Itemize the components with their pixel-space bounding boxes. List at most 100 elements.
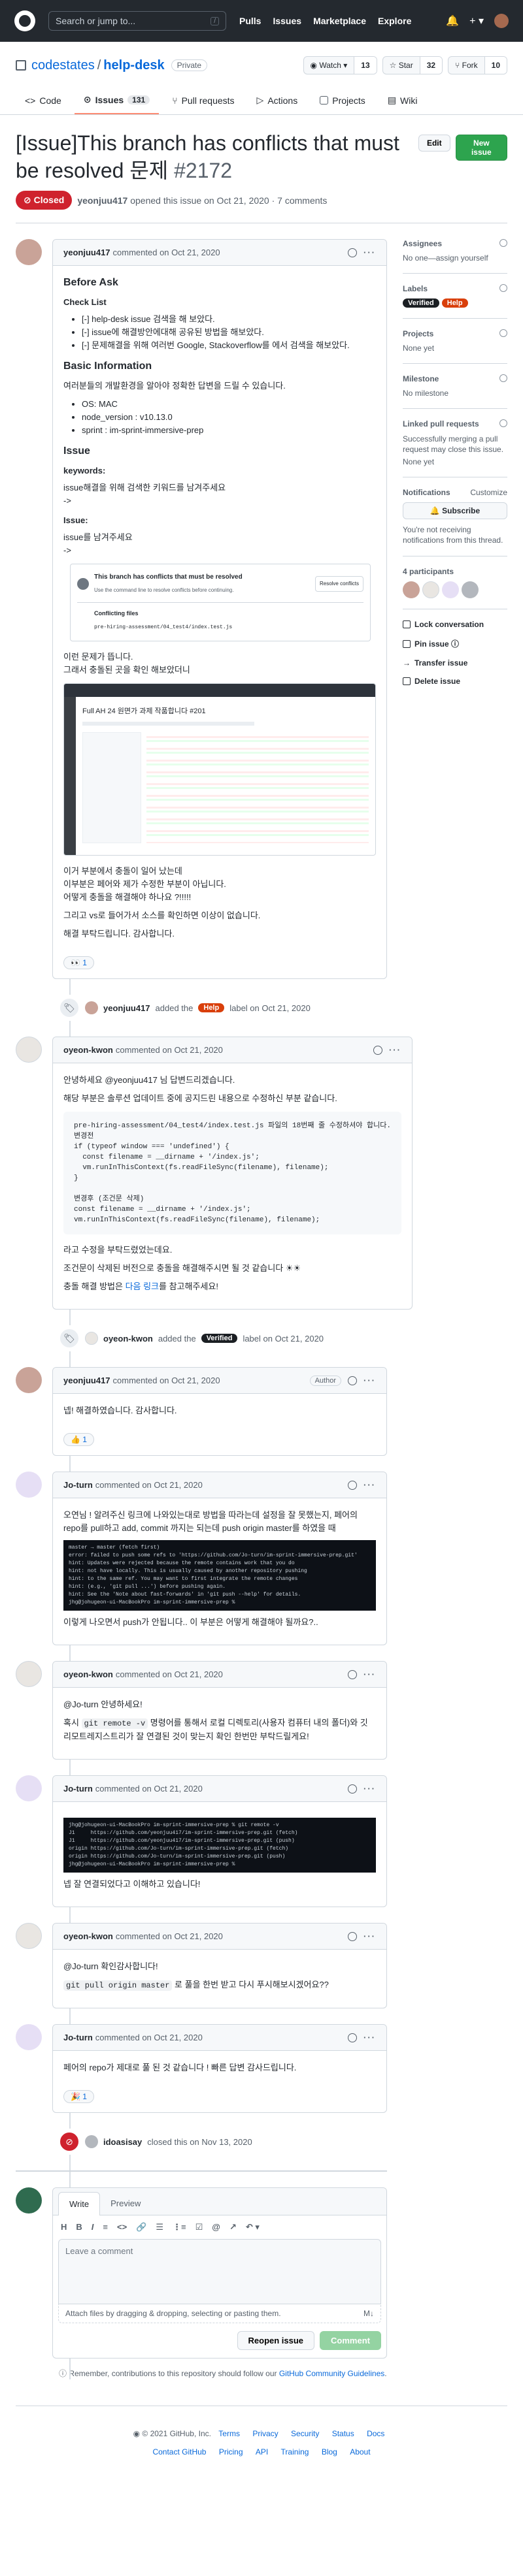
comment-author[interactable]: oyeon-kwon	[63, 1045, 113, 1055]
footer-link[interactable]: Training	[281, 2447, 309, 2456]
guidelines-link[interactable]: GitHub Community Guidelines	[279, 2369, 384, 2378]
notifications-bell-icon[interactable]: 🔔	[446, 14, 459, 27]
avatar[interactable]	[16, 1661, 42, 1687]
gear-icon[interactable]	[499, 329, 507, 337]
star-count[interactable]: 32	[419, 57, 443, 74]
label-pill-help[interactable]: Help	[441, 298, 468, 308]
label-pill-help[interactable]: Help	[198, 1003, 225, 1012]
delete-issue[interactable]: Delete issue	[403, 677, 507, 686]
reaction-tada[interactable]: 🎉 1	[63, 2090, 94, 2103]
comment-author[interactable]: Jo-turn	[63, 1784, 93, 1794]
attach-files-area[interactable]: Attach files by dragging & dropping, sel…	[58, 2304, 381, 2323]
tab-preview[interactable]: Preview	[100, 2192, 151, 2215]
footer-link[interactable]: Docs	[367, 2429, 384, 2438]
editor-screenshot[interactable]: Full AH 24 원면가 과제 작품합니다 #201	[63, 683, 376, 856]
unordered-list-icon[interactable]: ☰	[156, 2222, 163, 2232]
pin-issue[interactable]: Pin issue ⓘ	[403, 638, 507, 649]
github-mark-icon[interactable]: ◉	[133, 2429, 143, 2438]
nav-explore[interactable]: Explore	[378, 16, 411, 26]
lock-conversation[interactable]: Lock conversation	[403, 620, 507, 629]
kebab-menu-icon[interactable]: ···	[389, 1045, 401, 1055]
tab-code[interactable]: <> Code	[16, 88, 71, 114]
italic-icon[interactable]: I	[92, 2222, 94, 2232]
avatar[interactable]	[403, 581, 420, 598]
label-pill-verified[interactable]: Verified	[403, 298, 439, 308]
comment-timestamp[interactable]: commented on Oct 21, 2020	[116, 1931, 223, 1941]
kebab-menu-icon[interactable]: ···	[363, 1784, 376, 1794]
avatar[interactable]	[16, 1775, 42, 1801]
avatar[interactable]	[422, 581, 439, 598]
avatar[interactable]	[16, 1037, 42, 1063]
comment-timestamp[interactable]: commented on Oct 21, 2020	[116, 1045, 223, 1055]
fork-count[interactable]: 10	[484, 57, 507, 74]
comment-timestamp[interactable]: commented on Oct 21, 2020	[116, 1669, 223, 1679]
github-logo-icon[interactable]	[14, 10, 35, 31]
label-pill-verified[interactable]: Verified	[201, 1334, 238, 1343]
avatar[interactable]	[16, 239, 42, 265]
footer-link[interactable]: Contact GitHub	[152, 2447, 206, 2456]
customize-link[interactable]: Customize	[470, 488, 507, 497]
comment-author[interactable]: oyeon-kwon	[63, 1669, 113, 1679]
nav-marketplace[interactable]: Marketplace	[313, 16, 366, 26]
gear-icon[interactable]	[499, 374, 507, 382]
kebab-menu-icon[interactable]: ···	[363, 1669, 376, 1679]
cross-reference-icon[interactable]: ↗	[229, 2222, 237, 2232]
reaction-thumbs-up[interactable]: 👍 1	[63, 1433, 94, 1446]
edit-button[interactable]: Edit	[418, 135, 450, 152]
event-actor[interactable]: idoasisay	[103, 2137, 142, 2147]
saved-replies-icon[interactable]: ↶ ▾	[246, 2222, 260, 2232]
footer-link[interactable]: About	[350, 2447, 370, 2456]
star-button[interactable]: ☆ Star 32	[382, 56, 443, 74]
add-reaction-icon[interactable]	[348, 1669, 357, 1679]
footer-link[interactable]: Blog	[322, 2447, 337, 2456]
footer-link[interactable]: Privacy	[252, 2429, 278, 2438]
footer-link[interactable]: API	[256, 2447, 268, 2456]
terminal-screenshot[interactable]: master → master (fetch first) error: fai…	[63, 1540, 376, 1611]
add-reaction-icon[interactable]	[348, 2033, 357, 2042]
avatar[interactable]	[16, 2024, 42, 2050]
avatar[interactable]	[462, 581, 479, 598]
sidebar-assignees[interactable]: Assignees No one—assign yourself	[403, 239, 507, 274]
repo-owner-link[interactable]: codestates	[31, 58, 95, 73]
new-issue-button[interactable]: New issue	[455, 135, 507, 161]
fork-button[interactable]: ⑂ Fork 10	[448, 56, 507, 74]
footer-link[interactable]: Terms	[218, 2429, 240, 2438]
comment-author[interactable]: oyeon-kwon	[63, 1931, 113, 1941]
gear-icon[interactable]	[499, 239, 507, 247]
comment-author[interactable]: yeonjuu417	[63, 1376, 110, 1385]
add-reaction-icon[interactable]	[348, 1480, 357, 1490]
comment-timestamp[interactable]: commented on Oct 21, 2020	[95, 1480, 203, 1490]
sidebar-linked-prs[interactable]: Linked pull requests Successfully mergin…	[403, 409, 507, 477]
avatar[interactable]	[16, 1923, 42, 1949]
reopen-issue-button[interactable]: Reopen issue	[237, 2331, 315, 2350]
avatar[interactable]	[85, 1332, 98, 1345]
gear-icon[interactable]	[499, 419, 507, 427]
terminal-screenshot[interactable]: jhg@johugeon-ui-MacBookPro im-sprint-imm…	[63, 1818, 376, 1873]
comment-author[interactable]: Jo-turn	[63, 2033, 93, 2042]
comment-button[interactable]: Comment	[320, 2331, 381, 2350]
kebab-menu-icon[interactable]: ···	[363, 1931, 376, 1941]
assignees-value[interactable]: No one—assign yourself	[403, 253, 507, 263]
add-reaction-icon[interactable]	[348, 248, 357, 257]
quote-icon[interactable]: ≡	[103, 2222, 108, 2232]
add-reaction-icon[interactable]	[348, 1931, 357, 1941]
ordered-list-icon[interactable]: ⋮≡	[173, 2222, 186, 2232]
search-input[interactable]: Search or jump to... /	[48, 11, 226, 31]
tab-pull-requests[interactable]: ⑂ Pull requests	[163, 88, 243, 114]
watch-count[interactable]: 13	[354, 57, 377, 74]
code-icon[interactable]: <>	[117, 2222, 127, 2232]
avatar[interactable]	[16, 2187, 42, 2214]
sidebar-projects[interactable]: Projects None yet	[403, 319, 507, 364]
comment-timestamp[interactable]: commented on Oct 21, 2020	[95, 2033, 203, 2042]
avatar[interactable]	[442, 581, 459, 598]
watch-button[interactable]: ◉ Watch ▾ 13	[303, 56, 377, 74]
footer-link[interactable]: Pricing	[219, 2447, 243, 2456]
event-actor[interactable]: yeonjuu417	[103, 1003, 150, 1013]
task-list-icon[interactable]: ☑	[195, 2222, 203, 2232]
avatar[interactable]	[85, 1001, 98, 1014]
transfer-issue[interactable]: → Transfer issue	[403, 658, 507, 668]
issue-author-link[interactable]: yeonjuu417	[77, 195, 127, 206]
mention-icon[interactable]: @	[212, 2222, 220, 2232]
kebab-menu-icon[interactable]: ···	[363, 1376, 376, 1385]
user-avatar[interactable]	[494, 14, 509, 28]
